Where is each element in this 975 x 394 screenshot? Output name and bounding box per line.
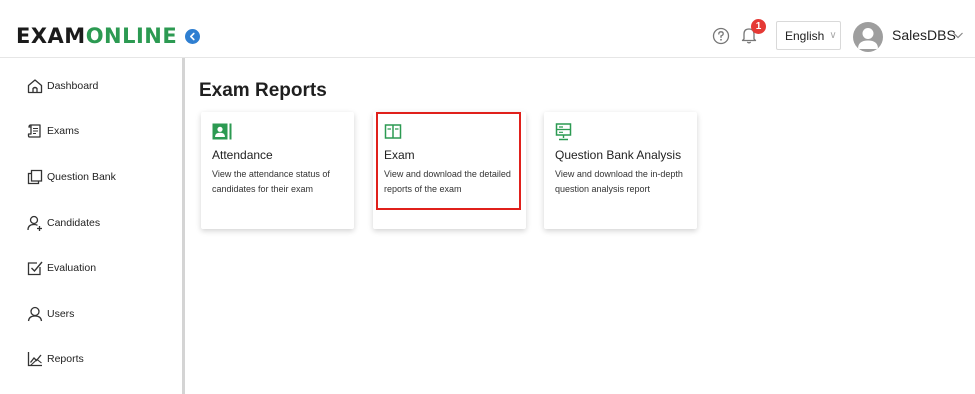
page-title: Exam Reports — [199, 80, 327, 101]
sidebar-item-label: Users — [47, 308, 75, 320]
card-title: Question Bank Analysis — [555, 148, 682, 162]
logo-text-exam: EXAM — [16, 24, 86, 48]
sidebar-item-label: Dashboard — [47, 80, 99, 92]
sidebar-item-label: Exams — [47, 125, 80, 137]
sidebar-item-reports[interactable]: Reports — [26, 349, 84, 369]
sidebar-item-label: Reports — [47, 353, 84, 365]
notification-badge: 1 — [751, 19, 766, 34]
sidebar-collapse-icon[interactable] — [185, 28, 201, 44]
exams-icon — [27, 124, 41, 138]
sidebar-item-label: Evaluation — [47, 262, 97, 274]
sidebar-item-candidates[interactable]: Candidates — [26, 213, 100, 233]
evaluation-icon — [27, 261, 43, 276]
sidebar-item-evaluation[interactable]: Evaluation — [26, 258, 96, 278]
users-icon — [27, 306, 43, 322]
question-bank-icon — [27, 169, 43, 185]
home-icon — [27, 79, 43, 94]
app-logo[interactable]: EXAM ONLINE — [16, 22, 201, 50]
selection-highlight-box — [376, 112, 521, 210]
username[interactable]: SalesDBS — [892, 27, 956, 43]
sidebar-item-dashboard[interactable]: Dashboard — [26, 76, 98, 96]
card-title: Attendance — [212, 148, 273, 162]
user-avatar-icon — [858, 28, 878, 49]
sidebar-item-users[interactable]: Users — [26, 304, 74, 324]
sidebar-item-label: Candidates — [47, 217, 101, 229]
language-value: English — [785, 28, 825, 43]
language-select[interactable]: English ∨ — [776, 21, 841, 50]
logo-text-online: ONLINE — [85, 24, 178, 48]
reports-icon — [27, 352, 42, 367]
report-card-attendance[interactable]: Attendance View the attendance status of… — [201, 112, 354, 229]
user-menu-chevron-icon[interactable] — [952, 30, 964, 40]
sidebar-item-question-bank[interactable]: Question Bank — [26, 167, 116, 187]
sidebar-item-exams[interactable]: Exams — [26, 121, 79, 141]
report-card-question-bank-analysis[interactable]: Question Bank Analysis View and download… — [544, 112, 697, 229]
attendance-icon — [212, 123, 232, 140]
analysis-icon — [555, 123, 572, 141]
help-icon[interactable] — [712, 27, 730, 45]
candidates-icon — [27, 215, 42, 231]
card-description: View the attendance status of candidates… — [212, 169, 330, 194]
card-description: View and download the in-depth question … — [555, 169, 683, 194]
avatar[interactable] — [853, 22, 883, 52]
chevron-down-icon: ∨ — [829, 30, 837, 41]
sidebar-item-label: Question Bank — [47, 171, 116, 183]
